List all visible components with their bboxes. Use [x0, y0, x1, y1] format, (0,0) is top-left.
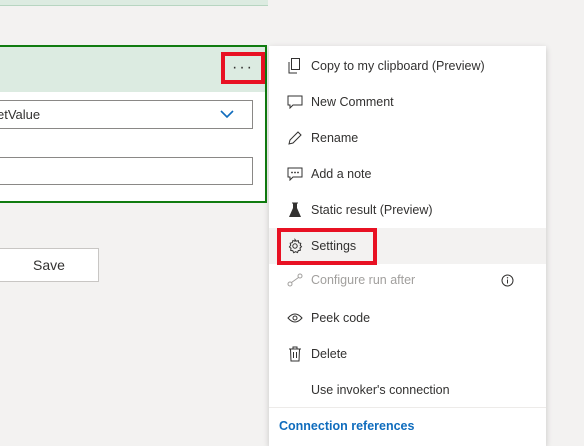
menu-item-static-result[interactable]: Static result (Preview) — [269, 192, 546, 228]
dropdown-value: etValue — [0, 107, 41, 122]
run-after-icon — [286, 271, 304, 289]
menu-item-label: Static result (Preview) — [311, 203, 433, 217]
menu-item-delete[interactable]: Delete — [269, 336, 546, 372]
ellipsis-icon: ··· — [232, 59, 254, 76]
previous-card-edge — [0, 0, 268, 6]
menu-item-label: Use invoker's connection — [311, 383, 450, 397]
menu-item-copy-clipboard[interactable]: Copy to my clipboard (Preview) — [269, 48, 546, 84]
eye-icon — [286, 309, 304, 327]
more-options-button[interactable]: ··· — [221, 52, 265, 84]
menu-item-label: Configure run after — [311, 273, 416, 287]
flask-icon — [286, 201, 304, 219]
menu-item-peek-code[interactable]: Peek code — [269, 300, 546, 336]
menu-item-label: New Comment — [311, 95, 394, 109]
menu-item-label: Add a note — [311, 167, 372, 181]
text-input-field[interactable] — [0, 157, 253, 185]
info-icon[interactable] — [501, 274, 514, 287]
menu-item-label: Peek code — [311, 311, 371, 325]
pencil-icon — [286, 129, 304, 147]
note-icon — [286, 165, 304, 183]
comment-icon — [286, 93, 304, 111]
chevron-down-icon — [220, 109, 234, 119]
menu-divider — [269, 407, 546, 408]
gear-icon — [286, 237, 304, 255]
menu-item-configure-run-after: Configure run after — [269, 262, 546, 298]
menu-item-use-invoker-connection[interactable]: Use invoker's connection — [269, 372, 546, 408]
copy-icon — [286, 57, 304, 75]
context-menu: Copy to my clipboard (Preview) New Comme… — [269, 46, 546, 446]
menu-item-label: Delete — [311, 347, 348, 361]
menu-item-rename[interactable]: Rename — [269, 120, 546, 156]
connection-references-link[interactable]: Connection references — [279, 419, 414, 433]
menu-item-new-comment[interactable]: New Comment — [269, 84, 546, 120]
trash-icon — [286, 345, 304, 363]
value-dropdown[interactable]: etValue — [0, 100, 253, 129]
menu-item-label: Settings — [311, 239, 357, 253]
menu-item-add-note[interactable]: Add a note — [269, 156, 546, 192]
menu-item-label: Copy to my clipboard (Preview) — [311, 59, 485, 73]
menu-item-label: Rename — [311, 131, 359, 145]
menu-item-settings[interactable]: Settings — [269, 228, 546, 264]
save-button[interactable]: Save — [0, 248, 99, 282]
